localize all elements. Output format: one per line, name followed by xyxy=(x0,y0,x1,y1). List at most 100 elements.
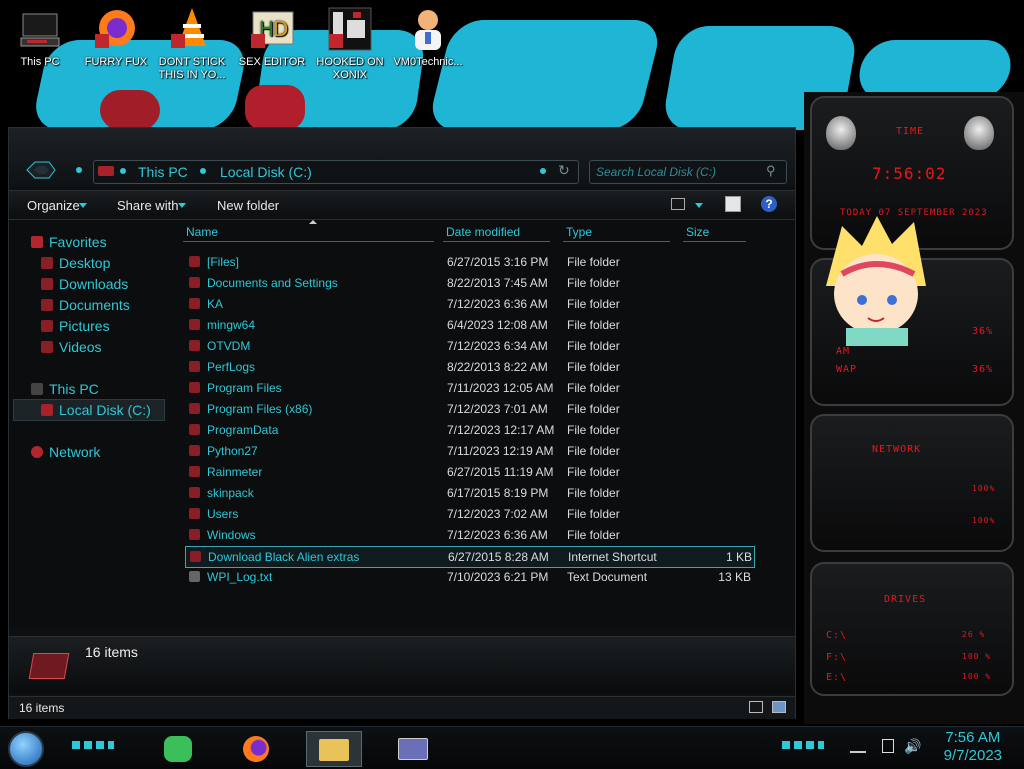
file-name: Windows xyxy=(207,528,256,542)
nav-network[interactable]: Network xyxy=(31,444,100,460)
nav-local-disk[interactable]: Local Disk (C:) xyxy=(41,402,151,418)
folder-icon xyxy=(189,361,200,372)
drive-c-label: C:\ xyxy=(826,630,848,641)
folder-icon xyxy=(189,298,200,309)
file-size: 1 KB xyxy=(725,550,752,564)
nav-favorites[interactable]: Favorites xyxy=(31,234,107,250)
change-view-icon[interactable] xyxy=(671,198,685,210)
firefox-icon xyxy=(93,6,139,52)
breadcrumb-this-pc[interactable]: This PC xyxy=(138,164,188,180)
taskbar-notes-app[interactable] xyxy=(152,731,206,765)
nav-pictures-label: Pictures xyxy=(59,318,110,334)
file-row[interactable]: Program Files (x86) 7/12/2023 7:01 AM File… xyxy=(185,399,753,419)
file-row[interactable]: [Files] 6/27/2015 3:16 PM File folder xyxy=(185,252,753,272)
file-row[interactable]: Program Files 7/11/2023 12:05 AM File fold… xyxy=(185,378,753,398)
file-row[interactable]: Users 7/12/2023 7:02 AM File folder xyxy=(185,504,753,524)
desktop-icon-this-pc[interactable]: This PC xyxy=(4,6,76,69)
folder-icon xyxy=(189,466,200,477)
file-type: File folder xyxy=(567,339,620,353)
alien-icon xyxy=(964,116,994,150)
file-row[interactable]: KA 7/12/2023 6:36 AM File folder xyxy=(185,294,753,314)
file-row[interactable]: OTVDM 7/12/2023 6:34 AM File folder xyxy=(185,336,753,356)
search-input[interactable]: Search Local Disk (C:) ⚲ xyxy=(589,160,787,184)
file-row[interactable]: Windows 7/12/2023 6:36 AM File folder xyxy=(185,525,753,545)
desktop-icon-label: HOOKED ON XONIX xyxy=(316,56,384,81)
folder-icon xyxy=(189,277,200,288)
file-row[interactable]: mingw64 6/4/2023 12:08 AM File folder xyxy=(185,315,753,335)
file-row[interactable]: WPI_Log.txt 7/10/2023 6:21 PM Text Documen… xyxy=(185,567,753,587)
desktop-icon-label: VM0Technic... xyxy=(393,56,463,68)
column-header-name[interactable]: Name xyxy=(183,225,434,242)
file-row[interactable]: Python27 7/11/2023 12:19 AM File folder xyxy=(185,441,753,461)
large-icons-view-icon[interactable] xyxy=(772,701,786,713)
column-header-date[interactable]: Date modified xyxy=(443,225,550,242)
help-icon[interactable]: ? xyxy=(761,196,777,212)
file-type: File folder xyxy=(567,381,620,395)
clock-value: 7:56:02 xyxy=(872,164,947,183)
file-row[interactable]: Download Black Alien extras 6/27/2015 8:2… xyxy=(185,546,755,568)
desktop-icon xyxy=(41,257,53,269)
column-header-type[interactable]: Type xyxy=(563,225,670,242)
folder-icon xyxy=(189,319,200,330)
show-hidden-icons-icon[interactable] xyxy=(850,741,866,753)
nav-pictures[interactable]: Pictures xyxy=(41,318,110,334)
nav-desktop[interactable]: Desktop xyxy=(41,255,110,271)
desktop-icon-vm0technic[interactable]: VM0Technic... xyxy=(392,6,464,69)
desktop-icon-label: FURRY FUX xyxy=(84,56,148,68)
refresh-icon[interactable]: ↻ xyxy=(558,162,570,179)
file-type: File folder xyxy=(567,255,620,269)
nav-documents[interactable]: Documents xyxy=(41,297,130,313)
file-row[interactable]: ProgramData 7/12/2023 12:17 AM File folder xyxy=(185,420,753,440)
folder-icon xyxy=(189,340,200,351)
explorer-title-bar: This PC Local Disk (C:) ↻ Search Local D… xyxy=(9,128,795,186)
desktop-icon-sex-editor[interactable]: HD SEX EDITOR xyxy=(236,6,308,69)
details-view-icon[interactable] xyxy=(749,701,763,713)
nav-videos[interactable]: Videos xyxy=(41,339,102,355)
file-row[interactable]: Documents and Settings 8/22/2013 7:45 AM F… xyxy=(185,273,753,293)
drive-f-label: F:\ xyxy=(826,652,848,663)
organize-button[interactable]: Organize xyxy=(27,198,80,213)
share-with-chevron-icon xyxy=(178,203,186,208)
desktop-icon-vlc[interactable]: DONT STICK THIS IN YO... xyxy=(156,6,228,82)
address-bar[interactable]: This PC Local Disk (C:) ↻ xyxy=(93,160,579,184)
preview-pane-icon[interactable] xyxy=(725,196,741,212)
file-name: ProgramData xyxy=(207,423,279,437)
taskbar-control-panel[interactable] xyxy=(386,731,440,765)
taskbar-clock[interactable]: 7:56 AM 9/7/2023 xyxy=(944,729,1002,765)
file-row[interactable]: skinpack 6/17/2015 8:19 PM File folder xyxy=(185,483,753,503)
notes-app-icon xyxy=(164,736,192,762)
taskbar-file-explorer[interactable] xyxy=(306,731,362,767)
view-chevron-icon[interactable] xyxy=(695,203,703,208)
organize-chevron-icon xyxy=(79,203,87,208)
share-with-button[interactable]: Share with xyxy=(117,198,178,213)
file-name: Python27 xyxy=(207,444,258,458)
file-name: OTVDM xyxy=(207,339,251,353)
breadcrumb-local-disk[interactable]: Local Disk (C:) xyxy=(220,164,312,180)
star-icon xyxy=(31,236,43,248)
back-button[interactable] xyxy=(23,158,57,182)
details-item-count: 16 items xyxy=(85,644,138,660)
file-date: 7/11/2023 12:19 AM xyxy=(447,444,554,458)
nav-network-label: Network xyxy=(49,444,101,460)
column-header-size[interactable]: Size xyxy=(683,225,746,242)
new-folder-button[interactable]: New folder xyxy=(217,198,279,213)
desktop-icon-furry-fux[interactable]: FURRY FUX xyxy=(80,6,152,69)
file-row[interactable]: Rainmeter 6/27/2015 11:19 AM File folder xyxy=(185,462,753,482)
file-name: PerfLogs xyxy=(207,360,256,374)
desktop-icon-xonix[interactable]: HOOKED ON XONIX xyxy=(314,6,386,82)
file-type: File folder xyxy=(567,402,620,416)
nav-this-pc[interactable]: This PC xyxy=(31,381,99,397)
nav-videos-label: Videos xyxy=(59,339,102,355)
start-button[interactable] xyxy=(8,731,44,767)
drive-thumbnail-icon xyxy=(28,653,70,679)
taskbar-firefox[interactable] xyxy=(230,731,284,765)
network-tray-icon[interactable] xyxy=(882,739,894,753)
recent-locations-icon[interactable] xyxy=(76,167,82,173)
volume-tray-icon[interactable]: 🔊 xyxy=(904,738,921,755)
address-dropdown-icon[interactable] xyxy=(540,168,546,174)
search-icon[interactable]: ⚲ xyxy=(766,163,776,179)
file-row[interactable]: PerfLogs 8/22/2013 8:22 AM File folder xyxy=(185,357,753,377)
nav-downloads[interactable]: Downloads xyxy=(41,276,128,292)
file-name: WPI_Log.txt xyxy=(207,570,273,584)
ram-label: AM xyxy=(836,346,851,357)
